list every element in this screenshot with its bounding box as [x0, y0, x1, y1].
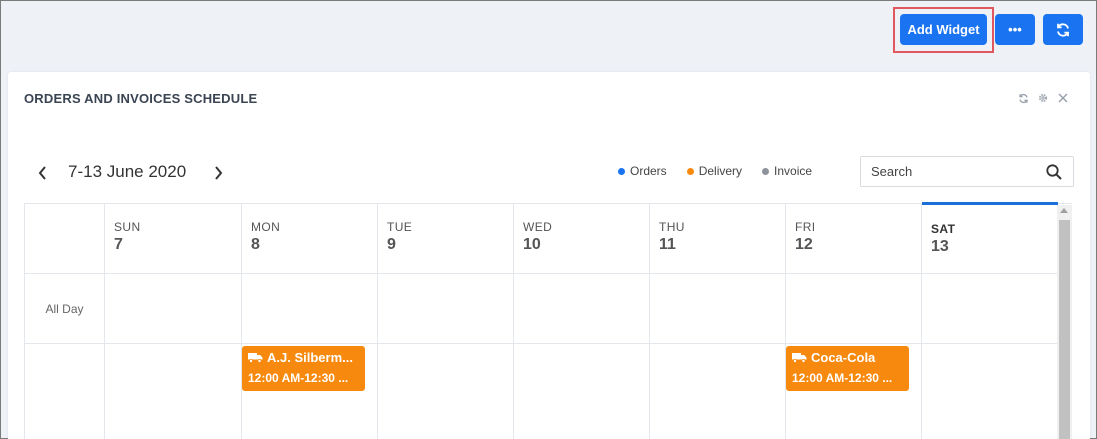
event-time: 12:00 AM-12:30 ... [248, 371, 349, 385]
week-calendar: SUN 7 MON 8 TUE 9 WED 10 THU 11 FRI 12 S… [24, 202, 1072, 439]
chevron-left-icon[interactable] [34, 163, 50, 183]
grid-line [921, 274, 922, 439]
legend-label: Delivery [698, 164, 743, 178]
scroll-thumb[interactable] [1059, 220, 1070, 439]
day-number: 11 [659, 236, 676, 253]
add-widget-button[interactable]: Add Widget [900, 14, 987, 45]
day-number: 9 [387, 236, 396, 253]
event-delivery-fri[interactable]: Coca-Cola 12:00 AM-12:30 ... [786, 346, 909, 391]
day-name: THU [659, 220, 685, 234]
event-delivery-mon[interactable]: A.J. Silberm... 12:00 AM-12:30 ... [242, 346, 365, 391]
event-title-row: A.J. Silberm... [248, 350, 359, 365]
grid-line [105, 273, 1058, 274]
refresh-icon [1057, 22, 1069, 37]
grid-line [377, 274, 378, 439]
all-day-label: All Day [45, 302, 84, 316]
scroll-up-arrow-icon[interactable] [1060, 208, 1068, 213]
grid-line [513, 274, 514, 439]
day-name: FRI [795, 220, 816, 234]
date-range-label: 7-13 June 2020 [68, 162, 187, 181]
day-number: 13 [931, 238, 949, 255]
search-box [860, 156, 1074, 187]
truck-icon [248, 353, 263, 363]
legend-dot-invoice [762, 167, 770, 175]
orders-invoices-widget: ORDERS AND INVOICES SCHEDULE 7-13 June 2… [8, 72, 1090, 439]
day-header-wed[interactable]: WED 10 [514, 204, 650, 274]
calendar-scrollbar[interactable] [1057, 205, 1072, 439]
day-name: SAT [931, 222, 956, 236]
truck-icon [792, 353, 807, 363]
legend-orders: Orders [618, 164, 667, 178]
legend-label: Invoice [774, 164, 813, 178]
widget-refresh-icon[interactable] [1016, 91, 1030, 105]
more-options-button[interactable]: ••• [995, 14, 1035, 45]
grid-line [25, 273, 105, 274]
day-name: WED [523, 220, 553, 234]
widget-title: ORDERS AND INVOICES SCHEDULE [24, 91, 258, 106]
day-name: TUE [387, 220, 413, 234]
event-time: 12:00 AM-12:30 ... [792, 371, 893, 385]
refresh-button[interactable] [1043, 14, 1083, 45]
grid-line [25, 343, 1058, 344]
gear-icon[interactable] [1036, 91, 1050, 105]
top-toolbar: Add Widget ••• [1, 1, 1096, 69]
day-header-sat-today[interactable]: SAT 13 [922, 202, 1058, 274]
grid-line [104, 204, 105, 439]
day-number: 8 [251, 236, 260, 253]
day-header-tue[interactable]: TUE 9 [378, 204, 514, 274]
widget-header-icons [1016, 91, 1070, 105]
day-header-sun[interactable]: SUN 7 [105, 204, 242, 274]
search-icon[interactable] [1045, 163, 1063, 181]
legend-label: Orders [630, 164, 667, 178]
legend-delivery: Delivery [686, 164, 743, 178]
event-title-row: Coca-Cola [792, 350, 903, 365]
day-name: SUN [114, 220, 141, 234]
legend-dot-orders [618, 167, 625, 175]
day-number: 10 [523, 236, 541, 253]
close-icon[interactable] [1056, 91, 1070, 105]
grid-line [649, 274, 650, 439]
day-name: MON [251, 220, 281, 234]
search-input[interactable] [861, 157, 1031, 186]
day-number: 12 [795, 236, 813, 253]
event-title: Coca-Cola [811, 350, 876, 365]
event-title: A.J. Silberm... [267, 350, 353, 365]
day-number: 7 [114, 236, 123, 253]
calendar-legend: Orders Delivery Invoice [618, 164, 812, 178]
day-header-fri[interactable]: FRI 12 [786, 204, 922, 274]
chevron-right-icon[interactable] [210, 163, 226, 183]
legend-dot-delivery [686, 167, 694, 175]
day-header-thu[interactable]: THU 11 [650, 204, 786, 274]
legend-invoice: Invoice [762, 164, 812, 178]
day-header-mon[interactable]: MON 8 [242, 204, 378, 274]
